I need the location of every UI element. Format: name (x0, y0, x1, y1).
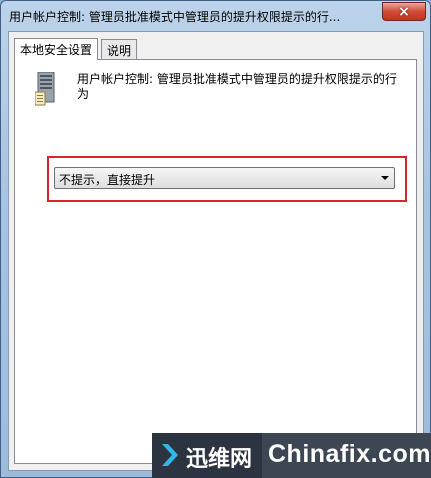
tab-explain[interactable]: 说明 (101, 39, 138, 59)
tab-local-security-setting[interactable]: 本地安全设置 (14, 38, 99, 60)
title-bar[interactable]: 用户帐户控制: 管理员批准模式中管理员的提升权限提示的行... × (1, 1, 430, 31)
chevron-logo-icon (162, 444, 178, 466)
policy-dialog-window: 用户帐户控制: 管理员批准模式中管理员的提升权限提示的行... × 本地安全设置… (0, 0, 431, 478)
watermark: 迅维网 Chinafix.com (152, 433, 431, 478)
dialog-client-area: 本地安全设置 说明 用户帐户控制: 管理员批准模式中管理员的提升权限提示的行为 … (8, 31, 424, 471)
close-icon: × (398, 3, 410, 20)
policy-description: 用户帐户控制: 管理员批准模式中管理员的提升权限提示的行为 (77, 72, 397, 101)
watermark-english-text: Chinafix.com (268, 440, 431, 468)
watermark-chinese-text: 迅维网 (186, 447, 253, 472)
close-button[interactable]: × (382, 2, 426, 21)
server-icon (35, 72, 55, 106)
elevation-prompt-select[interactable]: 不提示，直接提升 (54, 167, 395, 189)
chevron-down-icon[interactable] (381, 176, 389, 180)
window-title: 用户帐户控制: 管理员批准模式中管理员的提升权限提示的行... (9, 10, 341, 24)
watermark-left-panel: 迅维网 (152, 433, 262, 478)
select-value: 不提示，直接提升 (59, 173, 156, 187)
tab-panel: 用户帐户控制: 管理员批准模式中管理员的提升权限提示的行为 不提示，直接提升 (14, 59, 417, 464)
